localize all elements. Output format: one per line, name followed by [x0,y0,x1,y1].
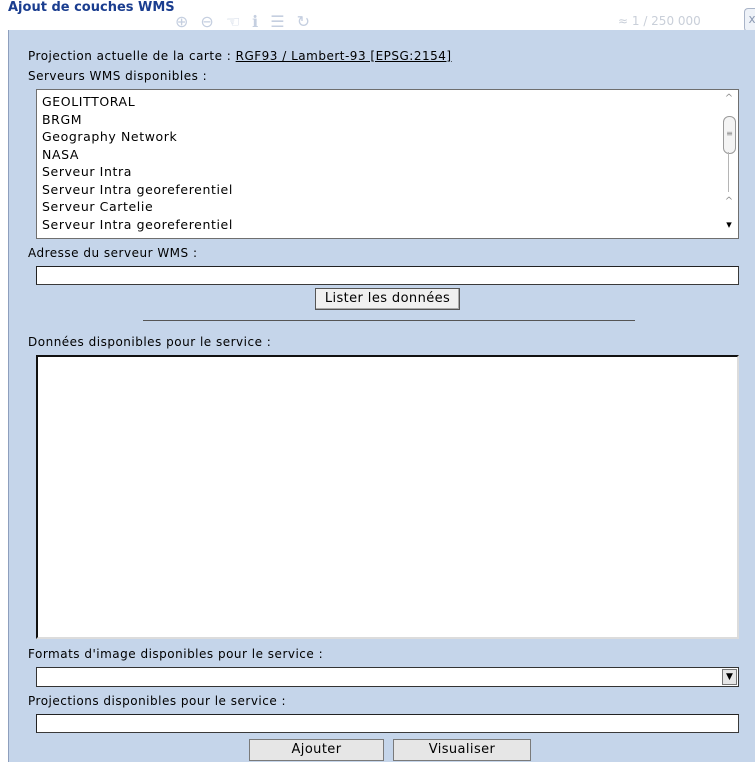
server-list-scrollbar[interactable]: ^ ≡ ^ ▾ [720,90,738,238]
close-button[interactable]: x [744,8,755,32]
formats-label: Formats d'image disponibles pour le serv… [28,647,324,661]
info-icon: ℹ [252,12,259,31]
server-item[interactable]: Serveur Cartelie [42,198,738,216]
servers-label: Serveurs WMS disponibles : [28,69,208,83]
data-list[interactable] [36,355,739,639]
dialog-title: Ajout de couches WMS [8,0,175,15]
server-item[interactable]: Serveur Intra georeferentiel [42,216,738,234]
refresh-icon: ↻ [296,12,310,31]
background-toolbar: ⊕ ⊖ ☜ ℹ ☰ ↻ [175,12,310,31]
scroll-track-line [728,152,729,192]
scroll-up-icon[interactable]: ^ [724,197,734,207]
dialog-title-bar[interactable]: ⊕ ⊖ ☜ ℹ ☰ ↻ ≈ 1 / 250 000 Ajout de couch… [0,0,755,32]
projection-value[interactable]: RGF93 / Lambert-93 [EPSG:2154] [236,49,452,63]
data-label: Données disponibles pour le service : [28,335,272,349]
scroll-down-icon[interactable]: ▾ [723,219,735,231]
formats-select[interactable]: ▼ [36,667,739,687]
pan-icon: ☜ [225,12,241,31]
zoom-icon: ⊕ [175,12,189,31]
server-item[interactable]: NASA [42,146,738,164]
separator [143,320,635,321]
projection-row: Projection actuelle de la carte : RGF93 … [28,49,452,63]
projections-input[interactable] [36,714,739,733]
visualize-button[interactable]: Visualiser [393,739,531,761]
chevron-down-icon[interactable]: ▼ [722,669,737,685]
list-icon: ☰ [270,12,285,31]
add-button[interactable]: Ajouter [249,739,384,761]
list-data-button[interactable]: Lister les données [315,288,460,310]
projections-label: Projections disponibles pour le service … [28,694,287,708]
scroll-thumb[interactable]: ≡ [723,116,736,154]
zoom-out-icon: ⊖ [200,12,214,31]
server-item[interactable]: Serveur Intra [42,163,738,181]
address-input[interactable] [36,266,739,285]
scroll-up-icon[interactable]: ^ [724,94,734,104]
address-label: Adresse du serveur WMS : [28,246,198,260]
server-list[interactable]: GEOLITTORAL BRGM Geography Network NASA … [36,89,739,239]
projection-label: Projection actuelle de la carte : [28,49,236,63]
server-item[interactable]: BRGM [42,111,738,129]
server-item[interactable]: GEOLITTORAL [42,93,738,111]
server-item[interactable]: Serveur Intra georeferentiel [42,181,738,199]
server-item[interactable]: Geography Network [42,128,738,146]
background-scale: ≈ 1 / 250 000 [618,14,701,28]
